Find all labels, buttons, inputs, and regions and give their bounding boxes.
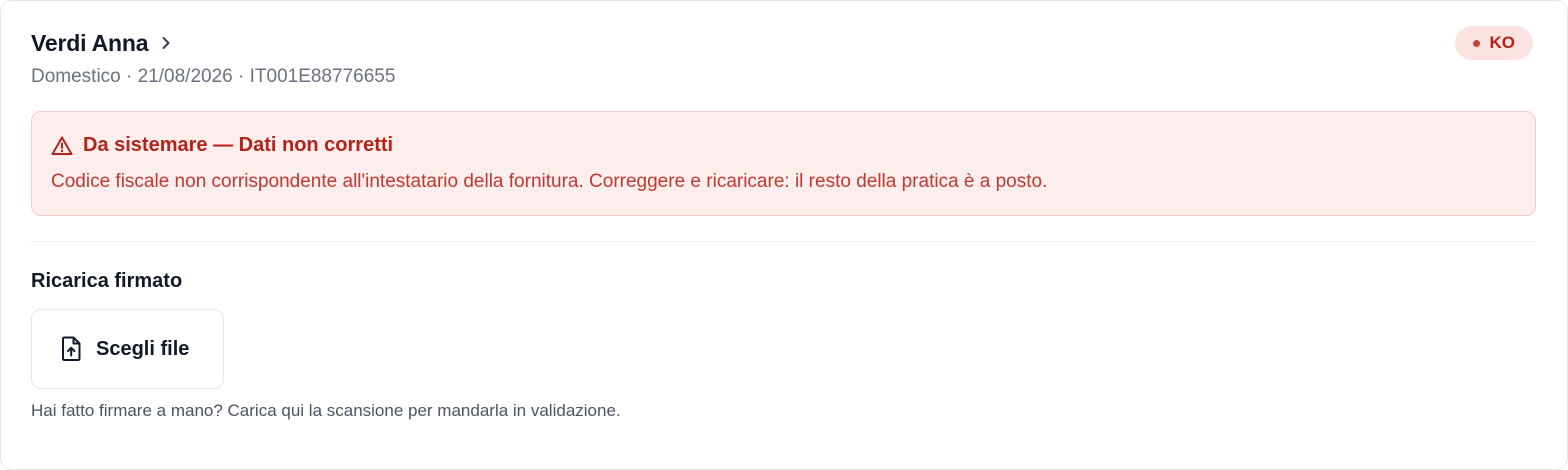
status-label: KO [1489, 33, 1516, 52]
status-badge: KO [1454, 26, 1533, 60]
alert-title: Da sistemare — Dati non corretti [83, 134, 394, 156]
chevron-right-icon[interactable] [158, 35, 174, 51]
warning-triangle-icon [51, 135, 73, 157]
status-dot [1472, 39, 1480, 47]
upload-section-title: Ricarica firmato [31, 270, 183, 292]
record-meta: Domestico · 21/08/2026 · IT001E88776655 [31, 66, 396, 87]
section-divider [31, 241, 1536, 242]
card-header: Verdi Anna Domestico · 21/08/2026 · IT00… [31, 26, 1533, 94]
practice-card: Verdi Anna Domestico · 21/08/2026 · IT00… [0, 0, 1568, 470]
alert-header: Da sistemare — Dati non corretti [51, 134, 393, 157]
choose-file-button[interactable]: Scegli file [31, 309, 224, 389]
customer-name[interactable]: Verdi Anna [31, 30, 148, 57]
alert-message: Codice fiscale non corrispondente all'in… [51, 171, 1048, 192]
upload-helper-text: Hai fatto firmare a mano? Carica qui la … [31, 401, 621, 420]
error-alert: Da sistemare — Dati non corretti Codice … [31, 111, 1536, 216]
file-upload-icon [60, 336, 82, 362]
choose-file-label: Scegli file [96, 337, 190, 360]
title-row[interactable]: Verdi Anna [31, 28, 1533, 58]
